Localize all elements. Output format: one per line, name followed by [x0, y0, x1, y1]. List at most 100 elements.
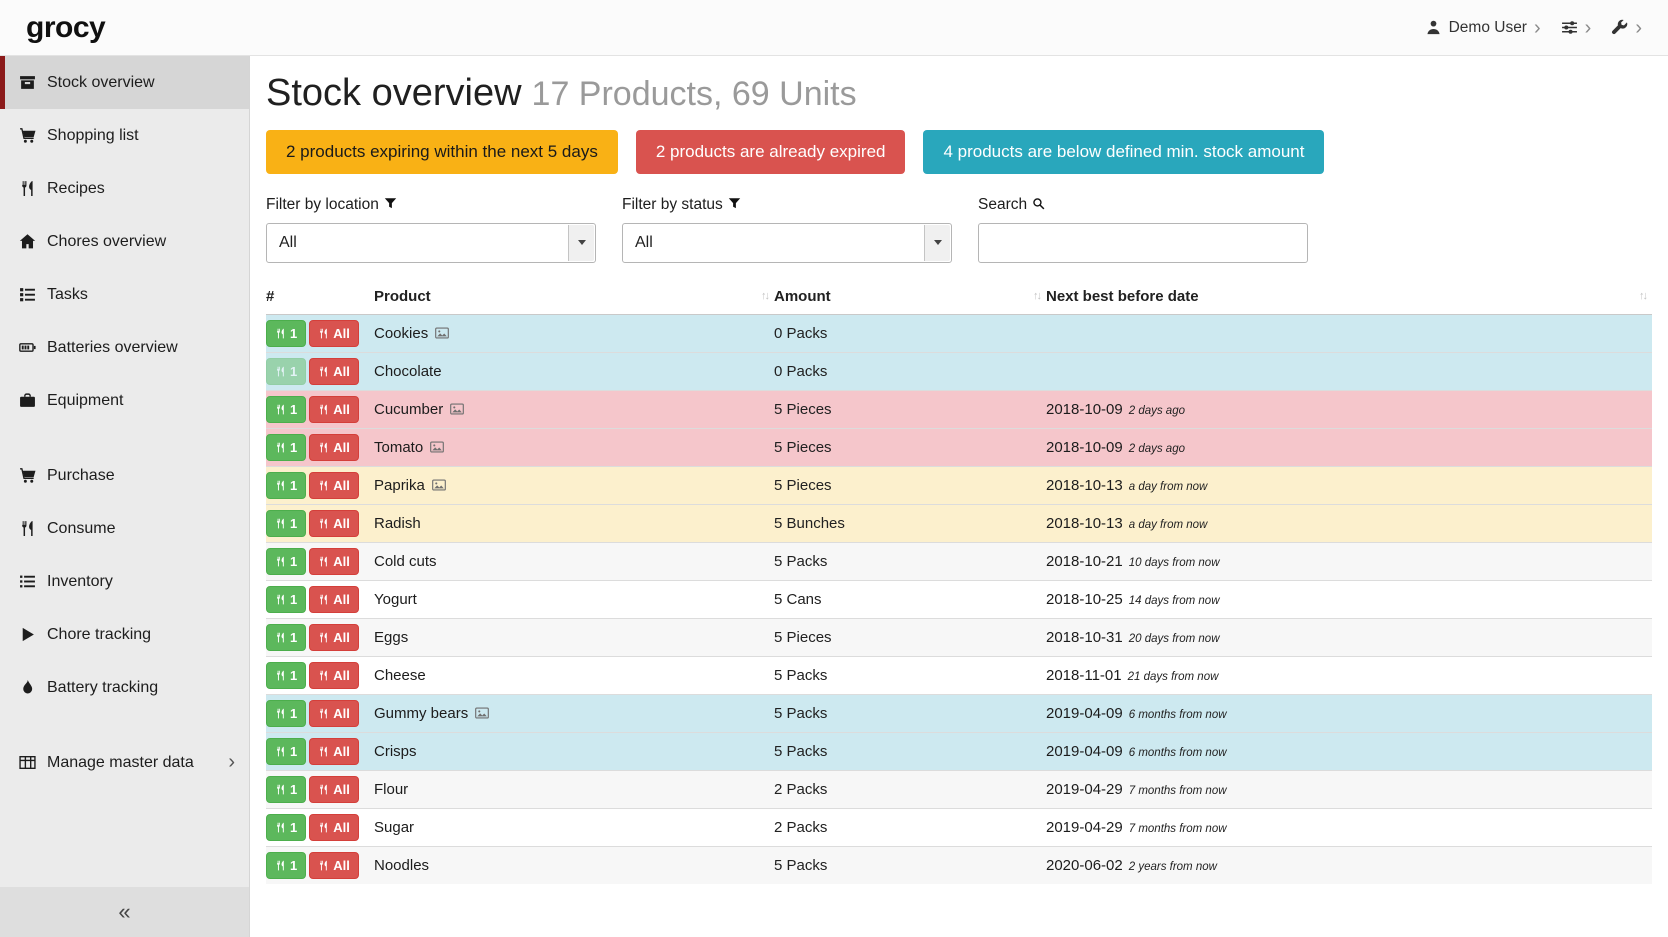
product-image-icon[interactable]: [430, 440, 444, 454]
consume-one-button[interactable]: 1: [266, 776, 306, 803]
amount-cell: 2 Packs: [774, 770, 1046, 808]
amount-cell: 5 Cans: [774, 580, 1046, 618]
chevron-right-icon: ›: [228, 751, 235, 774]
select-caret-icon: [568, 225, 594, 261]
utensils-icon: [275, 594, 286, 605]
utensils-icon: [19, 180, 36, 197]
sidebar-item-label: Tasks: [47, 286, 88, 304]
expired-alert-button[interactable]: 2 products are already expired: [636, 130, 906, 174]
best-before-date: 2018-11-01: [1046, 667, 1122, 684]
status-select[interactable]: All: [622, 223, 952, 263]
consume-all-button[interactable]: All: [309, 396, 359, 423]
utensils-icon: [275, 784, 286, 795]
consume-one-button[interactable]: 1: [266, 700, 306, 727]
sort-icon[interactable]: ↑↓: [1639, 290, 1646, 302]
sidebar-item-battery-tracking[interactable]: Battery tracking ›: [0, 661, 249, 714]
stock-row: 1 All Cheese 5 Packs 2018-11-0121 days f…: [266, 656, 1652, 694]
consume-one-button[interactable]: 1: [266, 852, 306, 879]
user-menu[interactable]: Demo User ›: [1425, 18, 1541, 38]
play-icon: [19, 626, 36, 643]
product-name: Noodles: [374, 857, 429, 874]
consume-all-button[interactable]: All: [309, 586, 359, 613]
consume-all-button[interactable]: All: [309, 662, 359, 689]
consume-all-button[interactable]: All: [309, 548, 359, 575]
stock-row: 1 All Gummy bears 5 Packs 2019-04-096 mo…: [266, 694, 1652, 732]
consume-all-button[interactable]: All: [309, 814, 359, 841]
sidebar-item-tasks[interactable]: Tasks ›: [0, 268, 249, 321]
consume-one-button[interactable]: 1: [266, 358, 306, 385]
sidebar-item-purchase[interactable]: Purchase ›: [0, 449, 249, 502]
expiring-alert-button[interactable]: 2 products expiring within the next 5 da…: [266, 130, 618, 174]
location-select[interactable]: All: [266, 223, 596, 263]
product-name: Crisps: [374, 743, 417, 760]
consume-all-button[interactable]: All: [309, 700, 359, 727]
utensils-icon: [318, 442, 329, 453]
consume-one-button[interactable]: 1: [266, 586, 306, 613]
col-header-product[interactable]: Product↑↓: [374, 279, 774, 315]
chevron-right-icon: ›: [1585, 18, 1592, 38]
utensils-icon: [318, 784, 329, 795]
relative-time: 2 years from now: [1129, 861, 1217, 873]
product-image-icon[interactable]: [435, 326, 449, 340]
consume-all-button[interactable]: All: [309, 776, 359, 803]
best-before-date: 2018-10-25: [1046, 591, 1123, 608]
consume-one-button[interactable]: 1: [266, 662, 306, 689]
utensils-icon: [318, 708, 329, 719]
sort-icon[interactable]: ↑↓: [1033, 290, 1040, 302]
page-title: Stock overview: [266, 72, 522, 114]
relative-time: 2 days ago: [1129, 443, 1185, 455]
filter-icon: [728, 197, 741, 215]
consume-all-button[interactable]: All: [309, 472, 359, 499]
consume-one-button[interactable]: 1: [266, 624, 306, 651]
alerts-row: 2 products expiring within the next 5 da…: [266, 130, 1652, 174]
best-before-date: 2018-10-09: [1046, 401, 1123, 418]
consume-all-button[interactable]: All: [309, 358, 359, 385]
consume-all-button[interactable]: All: [309, 738, 359, 765]
sidebar-item-stock-overview[interactable]: Stock overview ›: [0, 56, 249, 109]
sidebar-item-equipment[interactable]: Equipment ›: [0, 374, 249, 427]
page-subtitle: 17 Products, 69 Units: [532, 75, 857, 113]
sidebar-item-inventory[interactable]: Inventory ›: [0, 555, 249, 608]
consume-one-button[interactable]: 1: [266, 548, 306, 575]
utensils-icon: [275, 708, 286, 719]
consume-one-button[interactable]: 1: [266, 814, 306, 841]
product-image-icon[interactable]: [432, 478, 446, 492]
consume-one-button[interactable]: 1: [266, 472, 306, 499]
utensils-icon: [275, 822, 286, 833]
consume-one-button[interactable]: 1: [266, 396, 306, 423]
best-before-date: 2020-06-02: [1046, 857, 1123, 874]
sidebar-item-chores-overview[interactable]: Chores overview ›: [0, 215, 249, 268]
product-image-icon[interactable]: [475, 706, 489, 720]
consume-all-button[interactable]: All: [309, 510, 359, 537]
amount-cell: 0 Packs: [774, 352, 1046, 390]
consume-one-button[interactable]: 1: [266, 738, 306, 765]
cart-icon: [19, 127, 36, 144]
sidebar-item-shopping-list[interactable]: Shopping list ›: [0, 109, 249, 162]
sidebar-item-manage-master-data[interactable]: Manage master data ›: [0, 736, 249, 789]
sidebar-item-consume[interactable]: Consume ›: [0, 502, 249, 555]
sidebar-item-batteries-overview[interactable]: Batteries overview ›: [0, 321, 249, 374]
consume-all-button[interactable]: All: [309, 320, 359, 347]
consume-one-button[interactable]: 1: [266, 320, 306, 347]
product-name: Radish: [374, 515, 421, 532]
settings-menu[interactable]: ›: [1561, 18, 1592, 38]
sidebar-item-label: Equipment: [47, 392, 124, 410]
app-logo[interactable]: grocy: [26, 11, 105, 45]
consume-one-button[interactable]: 1: [266, 434, 306, 461]
sidebar-collapse-button[interactable]: «: [0, 887, 249, 937]
consume-all-button[interactable]: All: [309, 852, 359, 879]
col-header-best-before[interactable]: Next best before date↑↓: [1046, 279, 1652, 315]
search-input[interactable]: [978, 223, 1308, 263]
product-image-icon[interactable]: [450, 402, 464, 416]
admin-menu[interactable]: ›: [1611, 18, 1642, 38]
consume-all-button[interactable]: All: [309, 434, 359, 461]
col-header-amount[interactable]: Amount↑↓: [774, 279, 1046, 315]
utensils-icon: [318, 746, 329, 757]
col-header-num[interactable]: #: [266, 279, 374, 315]
consume-all-button[interactable]: All: [309, 624, 359, 651]
min-stock-alert-button[interactable]: 4 products are below defined min. stock …: [923, 130, 1324, 174]
sidebar-item-chore-tracking[interactable]: Chore tracking ›: [0, 608, 249, 661]
consume-one-button[interactable]: 1: [266, 510, 306, 537]
sidebar-item-recipes[interactable]: Recipes ›: [0, 162, 249, 215]
sort-icon[interactable]: ↑↓: [761, 290, 768, 302]
